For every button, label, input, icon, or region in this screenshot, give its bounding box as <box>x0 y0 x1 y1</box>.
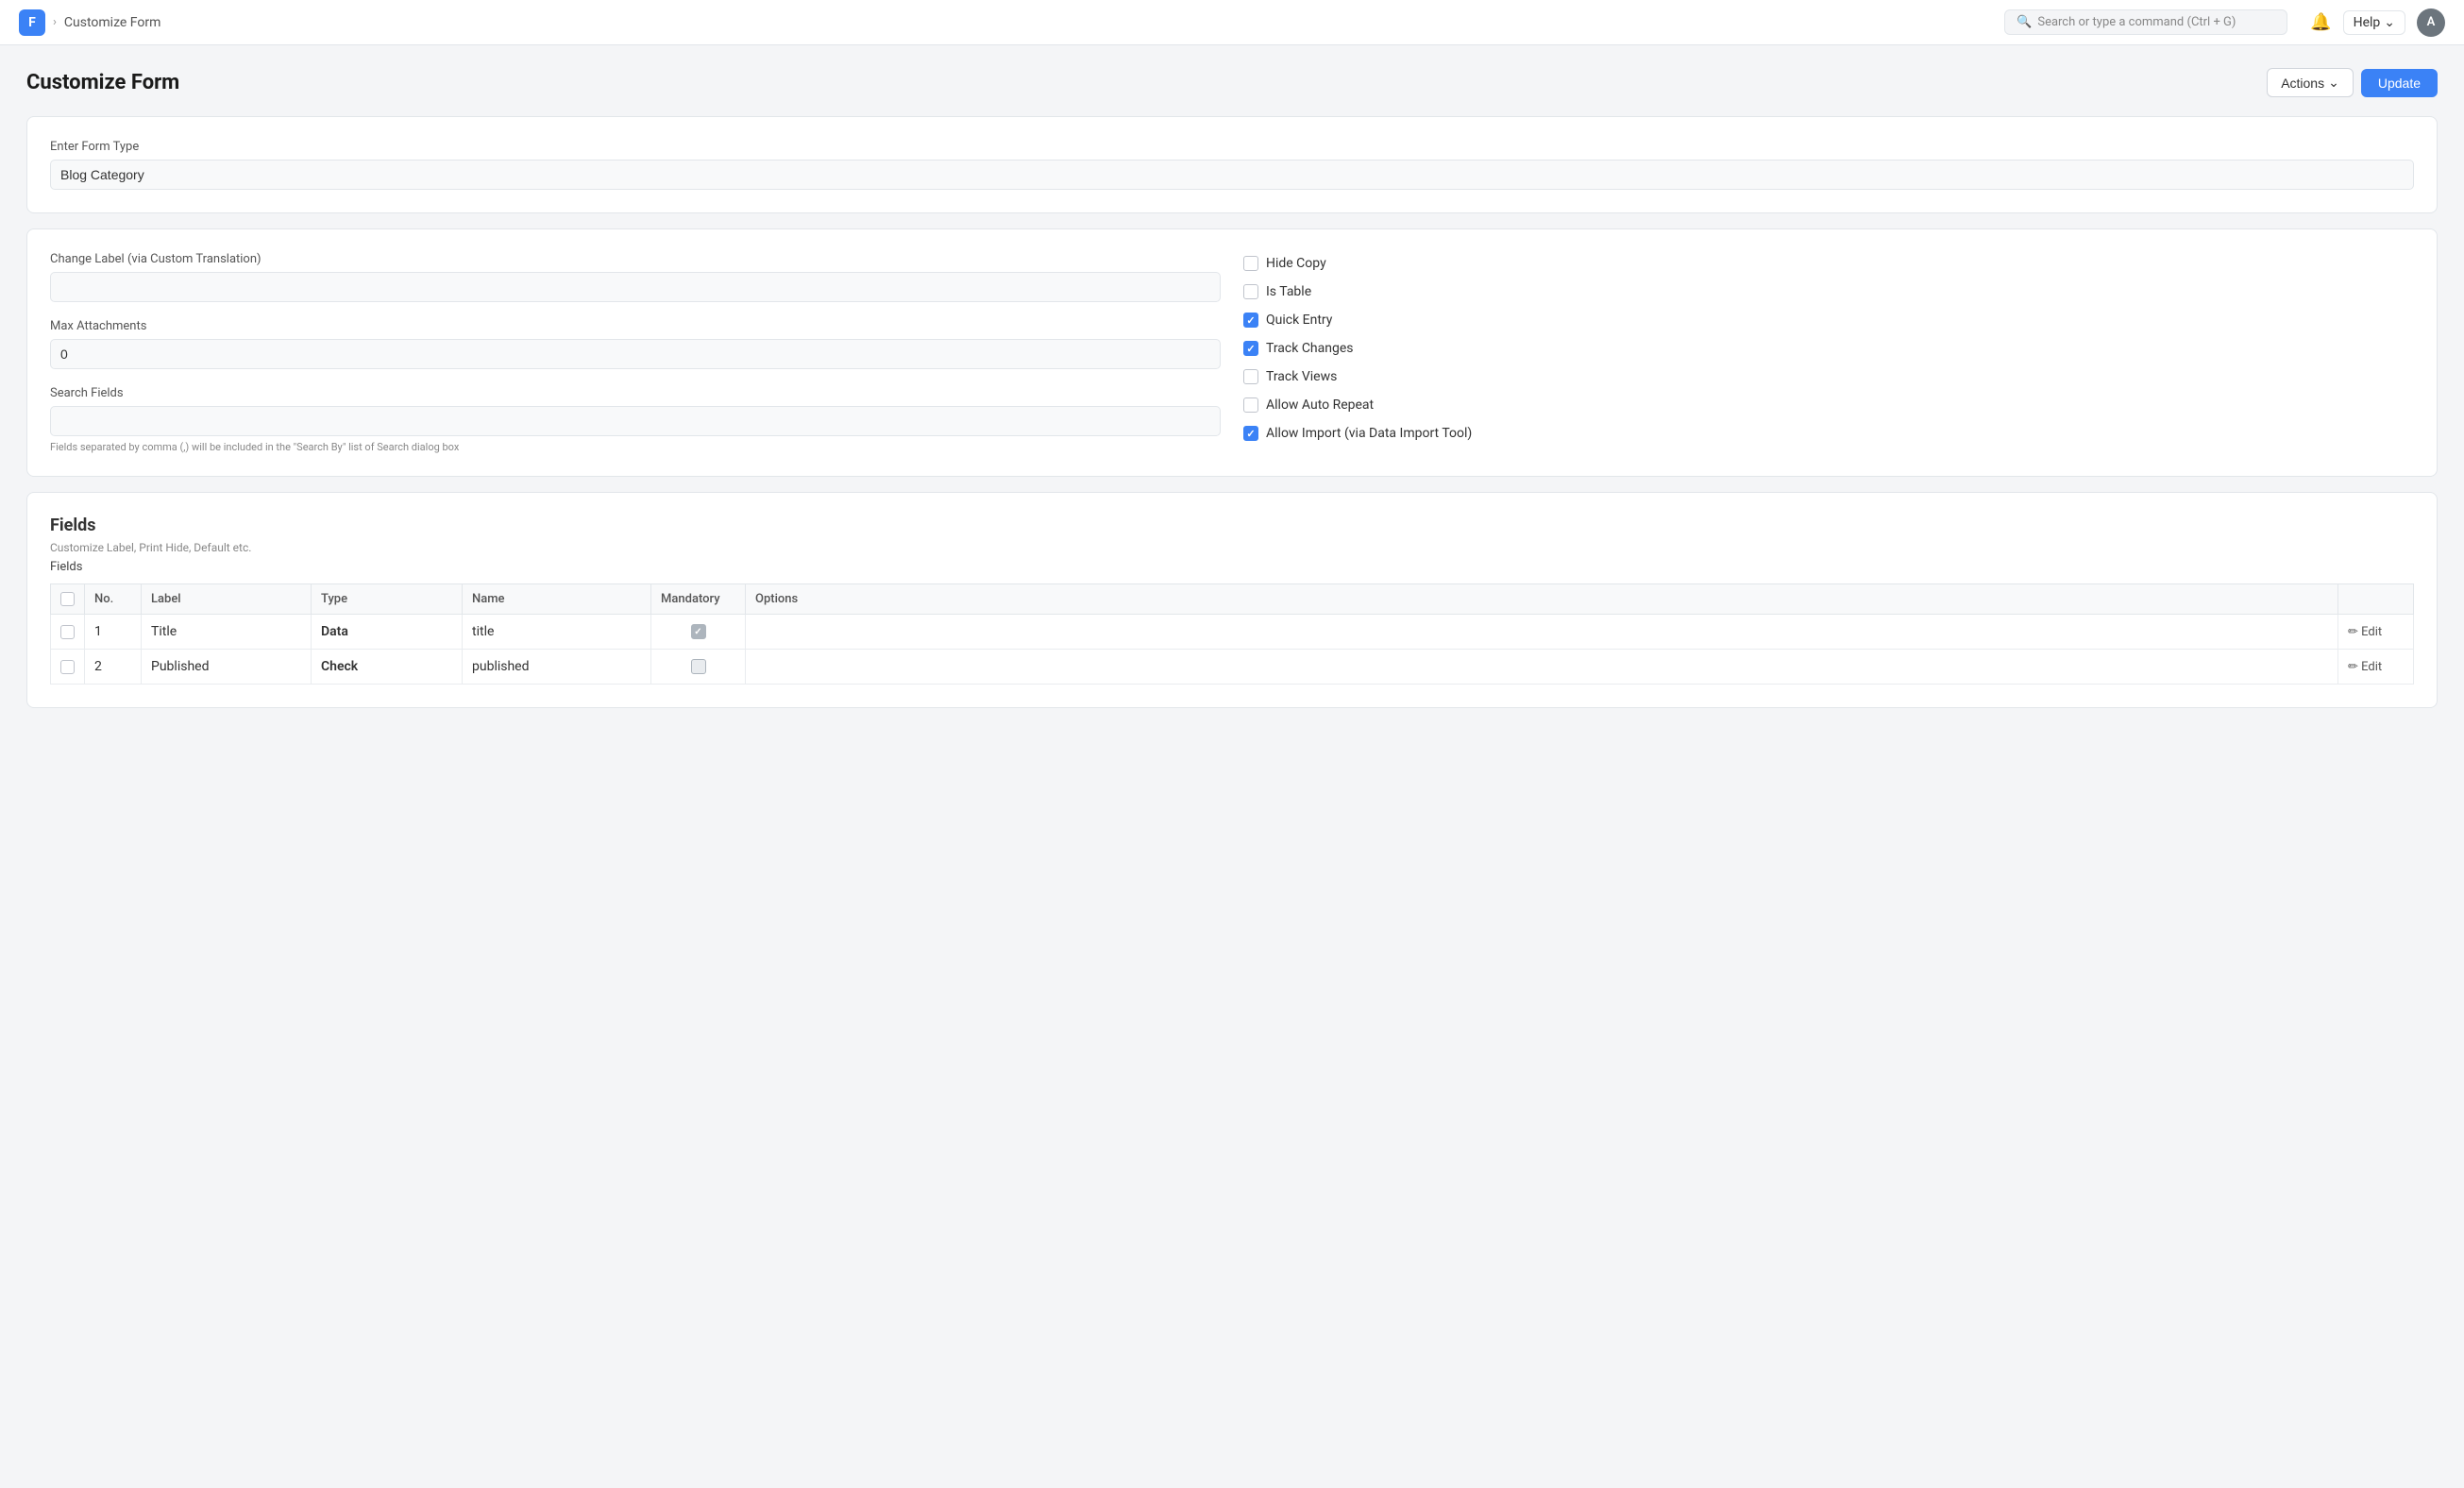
search-bar[interactable]: 🔍 Search or type a command (Ctrl + G) <box>2004 9 2287 35</box>
settings-right-col: Hide Copy Is Table Quick Entry Track Change… <box>1243 252 2414 453</box>
actions-label: Actions <box>2281 76 2324 91</box>
actions-button[interactable]: Actions ⌄ <box>2267 68 2354 97</box>
cell-mandatory <box>651 650 746 685</box>
settings-card: Change Label (via Custom Translation) Ma… <box>26 228 2438 477</box>
checkbox-is_table[interactable] <box>1243 284 1258 299</box>
checkbox-quick_entry[interactable] <box>1243 313 1258 328</box>
form-type-label: Enter Form Type <box>50 140 2414 154</box>
change-label-group: Change Label (via Custom Translation) <box>50 252 1221 302</box>
cell-label: Title <box>142 615 312 650</box>
breadcrumb: Customize Form <box>64 15 161 30</box>
search-fields-group: Search Fields Fields separated by comma … <box>50 386 1221 453</box>
checkbox-row-hide_copy[interactable]: Hide Copy <box>1243 256 2414 271</box>
max-attachments-label: Max Attachments <box>50 319 1221 333</box>
checkbox-row-allow_import[interactable]: Allow Import (via Data Import Tool) <box>1243 426 2414 441</box>
search-fields-input[interactable] <box>50 406 1221 436</box>
actions-chevron-icon: ⌄ <box>2328 75 2339 91</box>
checkbox-label-is_table: Is Table <box>1266 284 1311 299</box>
page-title: Customize Form <box>26 71 179 94</box>
fields-table: No. Label Type Name Mandatory Options 1T… <box>50 583 2414 685</box>
cell-options <box>746 615 2338 650</box>
checkbox-row-track_views[interactable]: Track Views <box>1243 369 2414 384</box>
update-button[interactable]: Update <box>2361 69 2438 97</box>
search-placeholder: Search or type a command (Ctrl + G) <box>2037 15 2236 29</box>
cell-name: published <box>463 650 651 685</box>
col-options: Options <box>746 584 2338 615</box>
form-type-card: Enter Form Type <box>26 116 2438 213</box>
help-chevron-icon: ⌄ <box>2384 15 2395 30</box>
select-all-checkbox[interactable] <box>60 592 75 606</box>
col-label: Label <box>142 584 312 615</box>
max-attachments-group: Max Attachments <box>50 319 1221 369</box>
edit-button-1[interactable]: ✏ Edit <box>2348 625 2404 639</box>
checkbox-row-track_changes[interactable]: Track Changes <box>1243 341 2414 356</box>
table-row: 1TitleDatatitle ✏ Edit <box>51 615 2414 650</box>
cell-label: Published <box>142 650 312 685</box>
checkbox-hide_copy[interactable] <box>1243 256 1258 271</box>
mandatory-checkbox-1[interactable] <box>691 624 706 639</box>
checkbox-row-quick_entry[interactable]: Quick Entry <box>1243 313 2414 328</box>
max-attachments-input[interactable] <box>50 339 1221 369</box>
col-name: Name <box>463 584 651 615</box>
cell-type: Data <box>312 615 463 650</box>
checkbox-track_changes[interactable] <box>1243 341 1258 356</box>
checkbox-label-quick_entry: Quick Entry <box>1266 313 1332 328</box>
edit-button-2[interactable]: ✏ Edit <box>2348 660 2404 674</box>
cell-no: 1 <box>85 615 142 650</box>
cell-name: title <box>463 615 651 650</box>
app-logo: F <box>19 9 45 36</box>
help-label: Help <box>2354 15 2381 30</box>
avatar[interactable]: A <box>2417 8 2445 37</box>
row-checkbox-2[interactable] <box>60 660 75 674</box>
search-icon: 🔍 <box>2017 15 2032 29</box>
breadcrumb-separator: › <box>53 15 57 29</box>
fields-card: Fields Customize Label, Print Hide, Defa… <box>26 492 2438 708</box>
cell-mandatory <box>651 615 746 650</box>
checkbox-row-is_table[interactable]: Is Table <box>1243 284 2414 299</box>
search-fields-hint: Fields separated by comma (,) will be in… <box>50 441 1221 453</box>
col-actions <box>2338 584 2414 615</box>
row-checkbox-1[interactable] <box>60 625 75 639</box>
mandatory-checkbox-2[interactable] <box>691 659 706 674</box>
notifications-bell-icon[interactable]: 🔔 <box>2310 12 2331 32</box>
col-no: No. <box>85 584 142 615</box>
table-header-row: No. Label Type Name Mandatory Options <box>51 584 2414 615</box>
topbar: F › Customize Form 🔍 Search or type a co… <box>0 0 2464 45</box>
page-header-actions: Actions ⌄ Update <box>2267 68 2438 97</box>
checkbox-track_views[interactable] <box>1243 369 1258 384</box>
fields-section-label: Fields <box>50 560 2414 574</box>
search-fields-label: Search Fields <box>50 386 1221 400</box>
checkbox-label-track_changes: Track Changes <box>1266 341 1354 356</box>
checkbox-label-hide_copy: Hide Copy <box>1266 256 1326 271</box>
checkbox-label-allow_auto_repeat: Allow Auto Repeat <box>1266 397 1374 413</box>
cell-edit[interactable]: ✏ Edit <box>2338 615 2414 650</box>
fields-section-desc: Customize Label, Print Hide, Default etc… <box>50 541 2414 554</box>
change-label-label: Change Label (via Custom Translation) <box>50 252 1221 266</box>
help-button[interactable]: Help ⌄ <box>2343 10 2405 35</box>
checkbox-allow_auto_repeat[interactable] <box>1243 397 1258 413</box>
checkbox-label-track_views: Track Views <box>1266 369 1337 384</box>
fields-section-title: Fields <box>50 516 2414 535</box>
cell-no: 2 <box>85 650 142 685</box>
col-checkbox <box>51 584 85 615</box>
main-content: Customize Form Actions ⌄ Update Enter Fo… <box>0 45 2464 746</box>
cell-options <box>746 650 2338 685</box>
settings-two-col: Change Label (via Custom Translation) Ma… <box>50 252 2414 453</box>
checkbox-label-allow_import: Allow Import (via Data Import Tool) <box>1266 426 1472 441</box>
checkbox-row-allow_auto_repeat[interactable]: Allow Auto Repeat <box>1243 397 2414 413</box>
form-type-input[interactable] <box>50 160 2414 190</box>
cell-type: Check <box>312 650 463 685</box>
settings-left-col: Change Label (via Custom Translation) Ma… <box>50 252 1221 453</box>
col-mandatory: Mandatory <box>651 584 746 615</box>
change-label-input[interactable] <box>50 272 1221 302</box>
table-row: 2PublishedCheckpublished ✏ Edit <box>51 650 2414 685</box>
col-type: Type <box>312 584 463 615</box>
page-header: Customize Form Actions ⌄ Update <box>26 68 2438 97</box>
topbar-right: 🔔 Help ⌄ A <box>2310 8 2445 37</box>
cell-edit[interactable]: ✏ Edit <box>2338 650 2414 685</box>
checkbox-allow_import[interactable] <box>1243 426 1258 441</box>
